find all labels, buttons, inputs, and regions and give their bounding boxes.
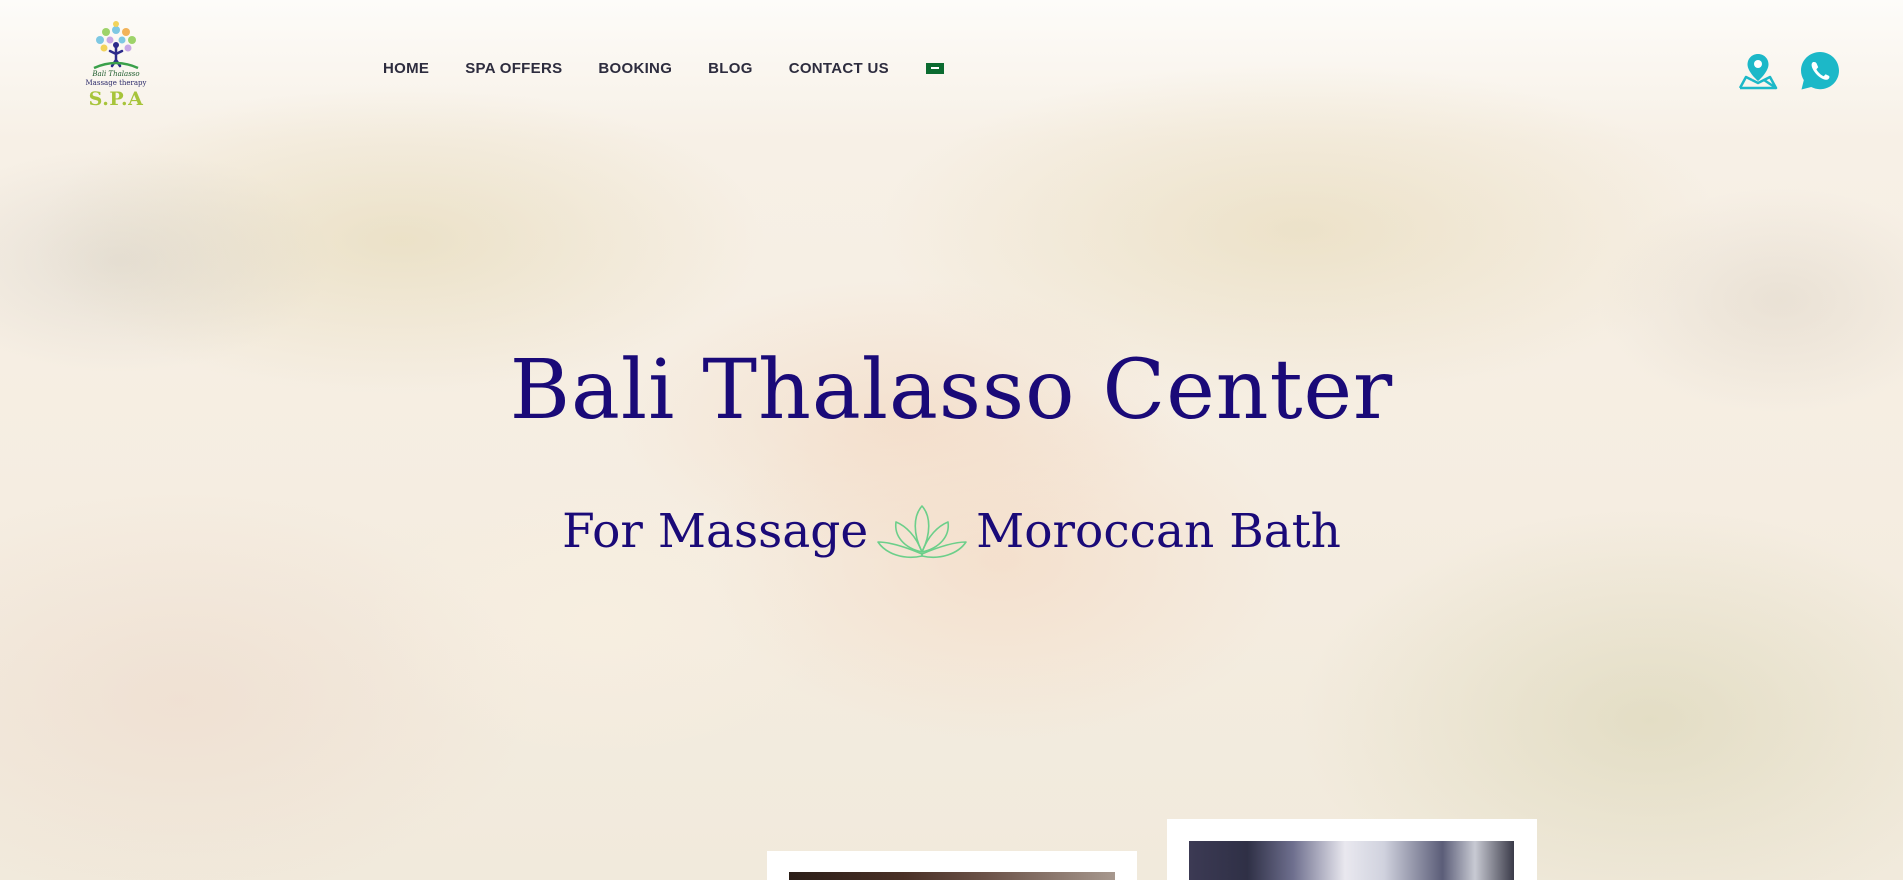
hero-subtitle-right: Moroccan Bath bbox=[976, 503, 1341, 559]
nav-home[interactable]: HOME bbox=[383, 60, 429, 77]
logo-line-3: S.P.A bbox=[88, 88, 144, 110]
hero-subtitle-left: For Massage bbox=[562, 503, 869, 559]
page: Bali Thalasso Massage therapy S.P.A HOME… bbox=[0, 0, 1903, 880]
logo[interactable]: Bali Thalasso Massage therapy S.P.A bbox=[84, 20, 148, 112]
lotus-icon bbox=[877, 505, 967, 558]
gallery-photo bbox=[789, 872, 1115, 880]
saudi-arabia-flag-icon[interactable] bbox=[925, 63, 944, 74]
site-header: Bali Thalasso Massage therapy S.P.A HOME… bbox=[0, 0, 1903, 120]
hero-subtitle: For Massage Moroccan Bath bbox=[0, 500, 1903, 562]
whatsapp-icon[interactable] bbox=[1800, 51, 1840, 91]
gallery-photo bbox=[1189, 841, 1514, 880]
logo-tree-icon bbox=[93, 21, 139, 70]
gallery-card[interactable] bbox=[1167, 819, 1537, 880]
background-image bbox=[0, 0, 1903, 880]
nav-contact-us[interactable]: CONTACT US bbox=[789, 60, 889, 77]
logo-line-2: Massage therapy bbox=[85, 79, 147, 87]
nav-booking[interactable]: BOOKING bbox=[598, 60, 672, 77]
nav-spa-offers[interactable]: SPA OFFERS bbox=[465, 60, 562, 77]
map-location-icon[interactable] bbox=[1738, 51, 1778, 91]
gallery-card[interactable] bbox=[767, 851, 1137, 880]
logo-line-1: Bali Thalasso bbox=[92, 70, 140, 78]
hero-title: Bali Thalasso Center bbox=[509, 343, 1394, 438]
main-nav: HOME SPA OFFERS BOOKING BLOG CONTACT US bbox=[383, 60, 944, 77]
nav-blog[interactable]: BLOG bbox=[708, 60, 753, 77]
